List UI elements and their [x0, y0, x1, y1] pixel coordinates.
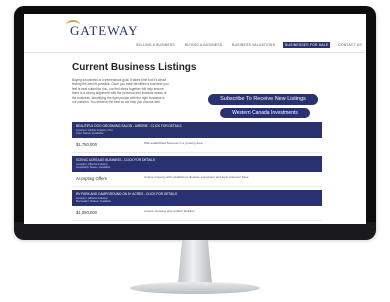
monitor-stand-base: [130, 282, 260, 294]
listing-description: Well-established business in a growing a…: [144, 141, 204, 145]
western-canada-button[interactable]: Western Canada Investments: [220, 108, 310, 118]
listing-row: Accepting Offers Unique property with es…: [72, 172, 322, 187]
listing-row: $1,090,000 Leisure camping and outdoor f…: [72, 206, 322, 221]
monitor-screen: GATEWAY SELLING A BUSINESS BUYING A BUSI…: [24, 14, 366, 224]
listing-description: Leisure camping and outdoor facilities: [144, 209, 195, 213]
nav-item-businesses-for-sale[interactable]: BUSINESSES FOR SALE: [283, 42, 331, 48]
site-header: GATEWAY SELLING A BUSINESS BUYING A BUSI…: [24, 14, 366, 53]
listing-price: $1,090,000: [76, 210, 97, 215]
listing-header[interactable]: BEAUTIFUL DOG GROOMING SALON - AIRDRIE -…: [72, 122, 322, 138]
main-nav: SELLING A BUSINESS BUYING A BUSINESS BUS…: [134, 42, 364, 48]
intro-paragraph: Buying a business is a tremendous goal. …: [72, 78, 169, 105]
nav-item-contact[interactable]: CONTACT US: [336, 42, 364, 48]
listing-price: Accepting Offers: [76, 176, 107, 181]
listing-meta: Location: Alberta Industry: Hospitality …: [76, 162, 111, 169]
listing-meta: Location: Alberta Industry: Recreation S…: [76, 196, 111, 203]
listing-header[interactable]: SCENIC ACREAGE BUSINESS - CLICK FOR DETA…: [72, 156, 322, 172]
monitor-chin: [14, 222, 376, 240]
listing-header[interactable]: RV PARK AND CAMPGROUND ON 5+ ACRES - CLI…: [72, 190, 322, 206]
nav-item-valuations[interactable]: BUSINESS VALUATIONS: [230, 42, 277, 48]
nav-item-buying[interactable]: BUYING A BUSINESS: [183, 42, 224, 48]
listing-meta: Location: Airdrie Industry: Pet Care Sta…: [76, 128, 113, 135]
listing-row: $1,750,000 Well-established business in …: [72, 138, 322, 153]
site-logo[interactable]: GATEWAY: [70, 23, 139, 39]
page-title: Current Business Listings: [72, 62, 197, 73]
subscribe-button[interactable]: Subscribe To Receive New Listings: [208, 94, 318, 105]
nav-item-selling[interactable]: SELLING A BUSINESS: [134, 42, 177, 48]
monitor-stand-neck: [178, 240, 212, 284]
listing-description: Unique property with established cliente…: [144, 175, 250, 179]
listing-price: $1,750,000: [76, 142, 97, 147]
